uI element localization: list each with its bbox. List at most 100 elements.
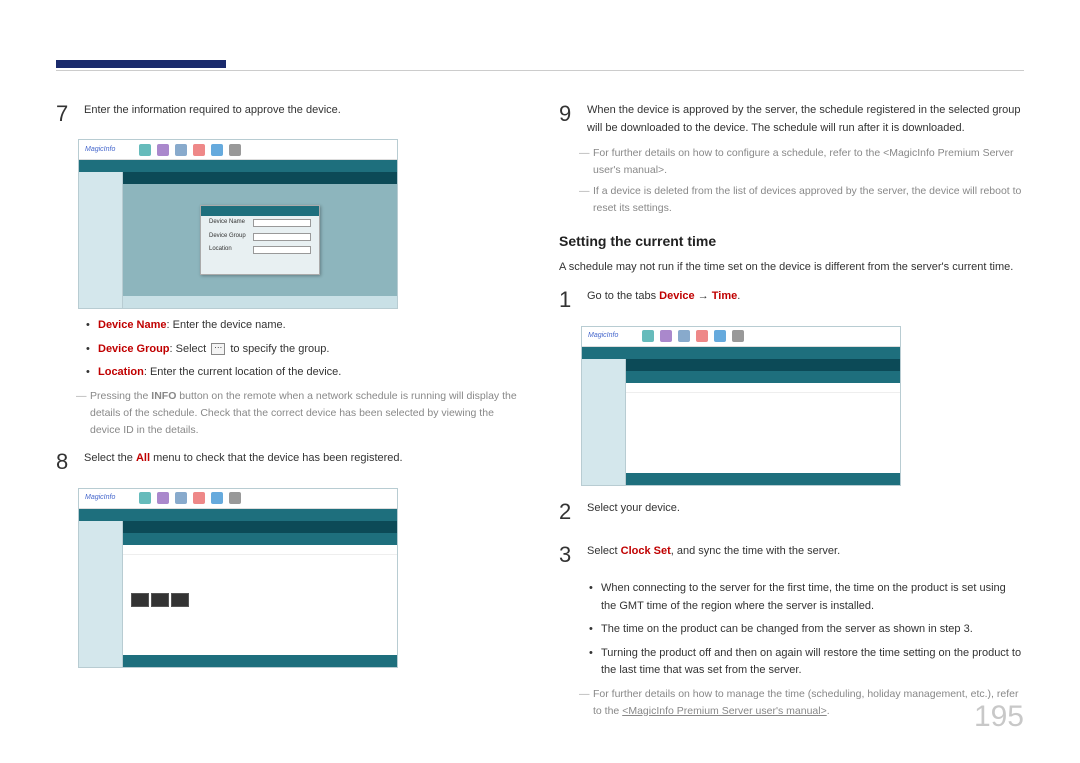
- bullet-label: Device Group: [98, 343, 170, 355]
- toolbar-icon: [139, 492, 151, 504]
- note-text: Pressing the: [90, 390, 151, 402]
- text: Go to the tabs: [587, 290, 659, 302]
- bullet-label: Device Name: [98, 319, 167, 331]
- bullet-device-group: Device Group: Select ⋯ to specify the gr…: [86, 341, 521, 359]
- text-bold: Time: [712, 290, 737, 302]
- header-rule: [56, 70, 1024, 71]
- app-logo: MagicInfo: [85, 492, 115, 503]
- page-content: 7 Enter the information required to appr…: [0, 0, 1080, 753]
- table-header: [123, 533, 397, 545]
- section-intro: A schedule may not run if the time set o…: [559, 259, 1024, 277]
- dialog-input: [253, 219, 311, 227]
- toolbar-icon: [732, 330, 744, 342]
- toolbar-icon: [660, 330, 672, 342]
- left-column: 7 Enter the information required to appr…: [56, 50, 521, 723]
- step-8: 8 Select the All menu to check that the …: [56, 444, 521, 479]
- text: menu to check that the device has been r…: [150, 452, 403, 464]
- screenshot-main-area: [123, 533, 397, 655]
- bullet-item: The time on the product can be changed f…: [589, 621, 1024, 639]
- dialog-label: Device Group: [209, 232, 249, 242]
- bullet-text: : Enter the device name.: [167, 319, 286, 331]
- dialog-titlebar: [201, 206, 319, 216]
- text: Select the: [84, 452, 136, 464]
- page-number: 195: [974, 693, 1024, 741]
- screenshot-main-area: [626, 371, 900, 473]
- screenshot-footer: [123, 655, 397, 667]
- step-number: 9: [559, 96, 575, 137]
- step-text: When the device is approved by the serve…: [587, 96, 1024, 137]
- screenshot-tabbar: [582, 347, 900, 359]
- screenshot-subbar: [582, 359, 900, 371]
- screenshot-footer: [626, 473, 900, 485]
- approve-dialog: Device Name Device Group Location: [200, 205, 320, 275]
- step3-note: For further details on how to manage the…: [579, 686, 1024, 720]
- screenshot-subbar: [79, 172, 397, 184]
- step3-bullets: When connecting to the server for the fi…: [589, 580, 1024, 680]
- control-button-icon: [151, 593, 169, 607]
- dialog-label: Location: [209, 245, 249, 255]
- step-text: Select your device.: [587, 494, 1024, 529]
- text: .: [737, 290, 740, 302]
- step-text: Enter the information required to approv…: [84, 96, 521, 131]
- step-7: 7 Enter the information required to appr…: [56, 96, 521, 131]
- step-9: 9 When the device is approved by the ser…: [559, 96, 1024, 137]
- header-accent-bar: [56, 60, 226, 68]
- step-number: 2: [559, 494, 575, 529]
- step-number: 3: [559, 537, 575, 572]
- step-2-time: 2 Select your device.: [559, 494, 1024, 529]
- toolbar-icon: [157, 492, 169, 504]
- screenshot-main-area: Device Name Device Group Location: [123, 184, 397, 296]
- toolbar-icon: [211, 144, 223, 156]
- bullet-text: : Enter the current location of the devi…: [144, 366, 342, 378]
- right-column: 9 When the device is approved by the ser…: [559, 50, 1024, 723]
- screenshot-approve-device: MagicInfo Device Name Device Group: [78, 139, 398, 309]
- step7-note: Pressing the INFO button on the remote w…: [76, 388, 521, 438]
- section-title: Setting the current time: [559, 230, 1024, 252]
- app-logo: MagicInfo: [85, 144, 115, 155]
- toolbar-icon: [714, 330, 726, 342]
- step7-bullets: Device Name: Enter the device name. Devi…: [86, 317, 521, 382]
- toolbar-icon: [139, 144, 151, 156]
- toolbar-icon: [193, 144, 205, 156]
- dialog-input: [253, 246, 311, 254]
- toolbar-icon: [229, 492, 241, 504]
- dialog-input: [253, 233, 311, 241]
- toolbar-icon: [193, 492, 205, 504]
- toolbar-icon: [157, 144, 169, 156]
- bullet-item: Turning the product off and then on agai…: [589, 645, 1024, 680]
- text-bold: Device: [659, 290, 694, 302]
- text: Select: [587, 545, 621, 557]
- step-text: Select the All menu to check that the de…: [84, 444, 521, 479]
- app-logo: MagicInfo: [588, 330, 618, 341]
- bullet-text: : Select: [170, 343, 210, 355]
- screenshot-tabbar: [79, 509, 397, 521]
- row-controls: [131, 593, 189, 607]
- screenshot-sidebar: [582, 359, 626, 485]
- control-button-icon: [131, 593, 149, 607]
- screenshot-all-devices: MagicInfo: [78, 488, 398, 668]
- toolbar-icon: [175, 492, 187, 504]
- screenshot-device-time: MagicInfo: [581, 326, 901, 486]
- note-text: .: [827, 705, 830, 717]
- ellipsis-button-icon: ⋯: [211, 343, 225, 355]
- control-button-icon: [171, 593, 189, 607]
- text: , and sync the time with the server.: [671, 545, 840, 557]
- step9-note-b: If a device is deleted from the list of …: [579, 183, 1024, 217]
- step-3-time: 3 Select Clock Set, and sync the time wi…: [559, 537, 1024, 572]
- bullet-item: When connecting to the server for the fi…: [589, 580, 1024, 615]
- bullet-device-name: Device Name: Enter the device name.: [86, 317, 521, 335]
- toolbar-icon: [642, 330, 654, 342]
- step-number: 1: [559, 282, 575, 317]
- toolbar-icon: [229, 144, 241, 156]
- screenshot-subbar: [79, 521, 397, 533]
- bullet-location: Location: Enter the current location of …: [86, 364, 521, 382]
- step9-note-a: For further details on how to configure …: [579, 145, 1024, 179]
- table-row: [123, 545, 397, 555]
- step-number: 8: [56, 444, 72, 479]
- screenshot-toolbar: MagicInfo: [79, 140, 397, 160]
- note-bold: INFO: [151, 390, 176, 402]
- table-row: [626, 383, 900, 393]
- screenshot-toolbar: MagicInfo: [582, 327, 900, 347]
- step-text: Select Clock Set, and sync the time with…: [587, 537, 1024, 572]
- screenshot-toolbar: MagicInfo: [79, 489, 397, 509]
